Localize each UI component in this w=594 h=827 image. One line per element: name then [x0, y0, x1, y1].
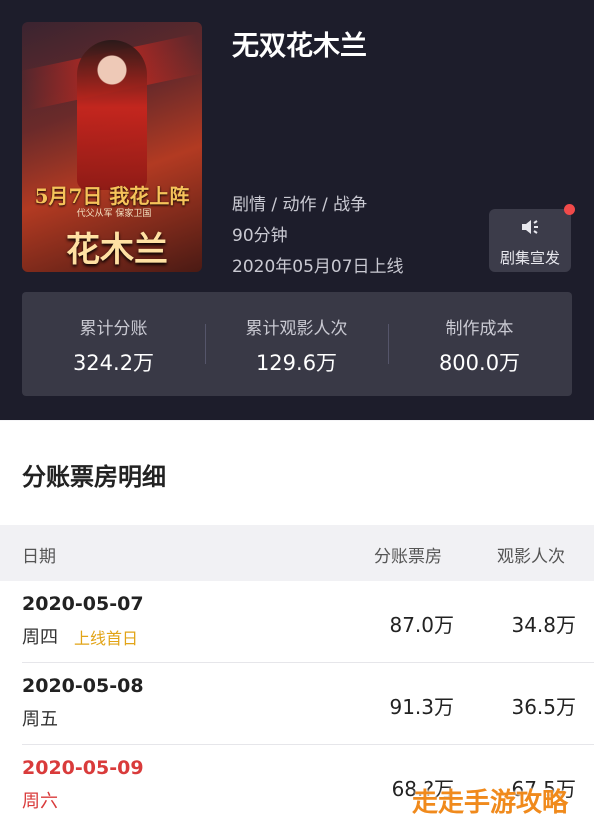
stat-label: 制作成本 [445, 319, 514, 339]
row-viewers: 34.8万 [511, 613, 576, 637]
row-revenue: 87.0万 [389, 613, 454, 637]
movie-poster[interactable]: 5月7日 我花上阵 代父从军 保家卫国 花木兰 [22, 22, 202, 272]
notification-dot [564, 204, 575, 215]
movie-genres: 剧情 / 动作 / 战争 [232, 195, 368, 215]
movie-header: 5月7日 我花上阵 代父从军 保家卫国 花木兰 无双花木兰 剧情 / 动作 / … [0, 0, 594, 420]
revenue-detail-section: 分账票房明细 [0, 421, 594, 525]
row-date: 2020-05-09 [22, 757, 144, 779]
first-day-badge: 上线首日 [74, 629, 139, 648]
table-header: 日期 分账票房 观影人次 [0, 525, 594, 581]
section-title: 分账票房明细 [22, 463, 166, 491]
row-date: 2020-05-07 [22, 593, 144, 615]
stat-label: 累计观影人次 [245, 319, 348, 339]
speaker-icon [489, 217, 571, 241]
row-weekday: 周六 [22, 791, 58, 812]
poster-release-text: 5月7日 我花上阵 [34, 184, 190, 208]
movie-title: 无双花木兰 [232, 31, 367, 62]
row-date: 2020-05-08 [22, 675, 144, 697]
publish-button-label: 剧集宣发 [499, 249, 560, 267]
column-header-revenue: 分账票房 [374, 547, 442, 567]
poster-tagline: 代父从军 保家卫国 [76, 209, 152, 219]
stat-total-viewers: 累计观影人次 129.6万 [205, 292, 388, 396]
watermark: 走走手游攻略 [412, 788, 569, 818]
publish-button[interactable]: 剧集宣发 [489, 209, 571, 272]
table-row[interactable]: 2020-05-08 周五 91.3万 36.5万 [0, 663, 594, 745]
column-header-viewers: 观影人次 [497, 547, 565, 567]
poster-figure [77, 40, 147, 190]
movie-release-date: 2020年05月07日上线 [232, 257, 404, 277]
movie-duration: 90分钟 [232, 226, 288, 246]
stat-value: 324.2万 [72, 351, 155, 375]
poster-title: 花木兰 [66, 230, 168, 270]
row-revenue: 91.3万 [389, 695, 454, 719]
stat-total-revenue: 累计分账 324.2万 [22, 292, 205, 396]
stats-panel: 累计分账 324.2万 累计观影人次 129.6万 制作成本 800.0万 [22, 292, 572, 396]
row-weekday: 周五 [22, 709, 58, 730]
row-weekday: 周四 [22, 627, 58, 648]
row-viewers: 36.5万 [511, 695, 576, 719]
stat-value: 129.6万 [255, 351, 338, 375]
stat-production-cost: 制作成本 800.0万 [388, 292, 571, 396]
stat-value: 800.0万 [438, 351, 521, 375]
table-row[interactable]: 2020-05-07 周四 上线首日 87.0万 34.8万 [0, 581, 594, 663]
column-header-date: 日期 [22, 547, 56, 567]
stat-label: 累计分账 [79, 319, 148, 339]
